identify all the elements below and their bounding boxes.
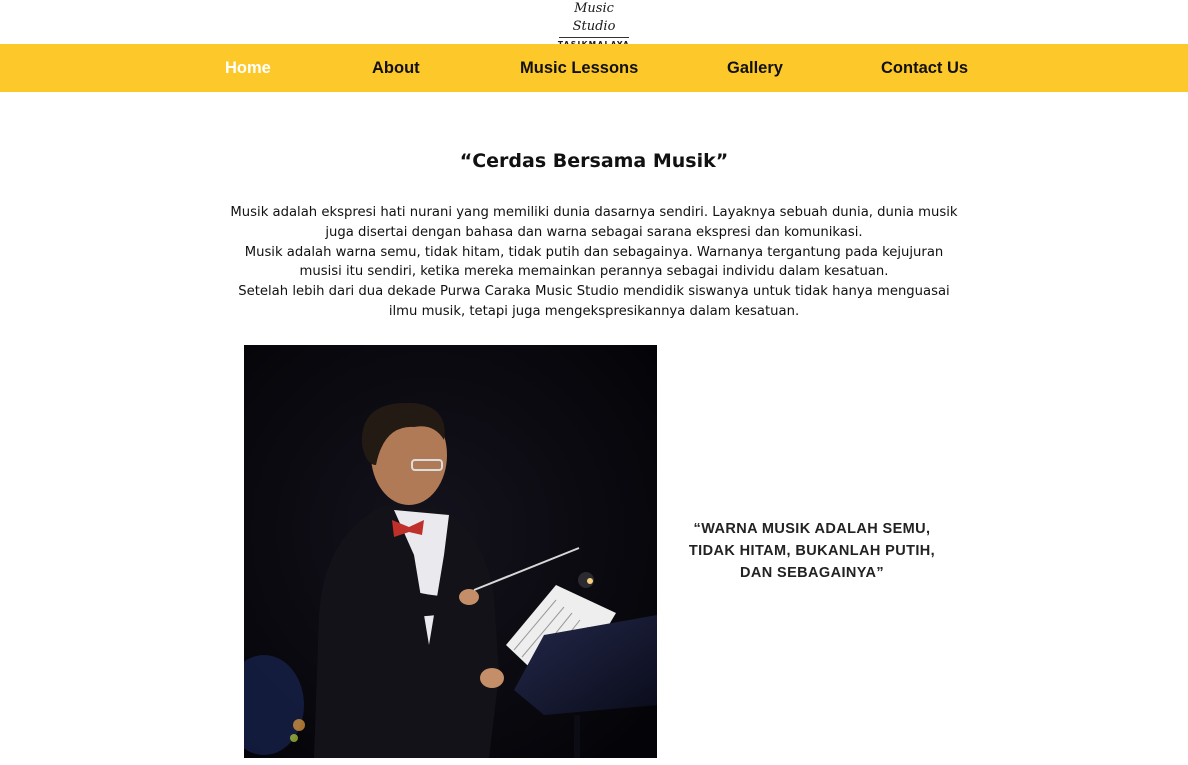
nav-item-contact-us[interactable]: Contact Us	[881, 44, 968, 92]
conductor-photo	[244, 345, 657, 758]
quote-line-2: TIDAK HITAM, BUKANLAH PUTIH,	[688, 543, 936, 559]
main-nav-bar: Home About Music Lessons Gallery Contact…	[0, 44, 1188, 92]
logo-divider	[559, 37, 629, 38]
logo-script-text: Music Studio	[572, 1, 616, 34]
intro-paragraph-1: Musik adalah ekspresi hati nurani yang m…	[230, 205, 958, 240]
nav-item-gallery[interactable]: Gallery	[727, 44, 783, 92]
quote-line-3: DAN SEBAGAINYA”	[739, 565, 885, 581]
nav-item-home[interactable]: Home	[225, 44, 271, 92]
intro-text: Musik adalah ekspresi hati nurani yang m…	[228, 203, 960, 322]
intro-paragraph-3: Setelah lebih dari dua dekade Purwa Cara…	[238, 284, 950, 319]
nav-item-music-lessons[interactable]: Music Lessons	[520, 44, 638, 92]
nav-item-about[interactable]: About	[372, 44, 420, 92]
featured-quote: “WARNA MUSIK ADALAH SEMU, TIDAK HITAM, B…	[672, 518, 952, 584]
intro-paragraph-2: Musik adalah warna semu, tidak hitam, ti…	[244, 244, 944, 280]
site-logo[interactable]: Music Studio TASIKMALAYA	[557, 0, 631, 49]
quote-line-1: “WARNA MUSIK ADALAH SEMU,	[693, 521, 931, 537]
page-headline: “Cerdas Bersama Musik”	[459, 150, 729, 172]
